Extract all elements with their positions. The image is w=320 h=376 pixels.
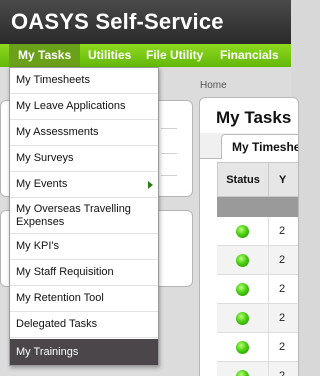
status-green-icon [236,225,249,238]
app-title: OASYS Self-Service [11,9,224,34]
year-cell: 2 [279,254,286,266]
status-cell [217,362,269,376]
group-row [217,197,298,217]
tab-strip: My Timesheets [200,133,298,159]
table-row[interactable]: 2 [217,246,298,275]
menu-item-my-trainings[interactable]: My Trainings [10,339,158,365]
status-green-icon [236,312,249,325]
menu-item-label: My Timesheets [16,74,90,86]
year-cell: 2 [279,312,286,324]
menu-item-my-timesheets[interactable]: My Timesheets [10,68,158,94]
tasks-title: My Tasks [216,108,292,127]
status-cell [217,333,269,362]
year-cell: 2 [279,370,286,376]
menu-item-my-overseas-travelling-expenses[interactable]: My Overseas Travelling Expenses [10,198,158,234]
menu-item-label: My Surveys [16,152,74,164]
divider [161,175,177,176]
menu-item-label: My KPI's [16,240,60,252]
menu-item-label: My Assessments [16,126,99,138]
tasks-panel: My Tasks My Timesheets Status Y 2 2 2 2 [199,97,299,376]
menu-item-my-events[interactable]: My Events [10,172,158,198]
status-green-icon [236,370,249,376]
menu-item-label: My Retention Tool [16,292,104,304]
main-nav: My Tasks Utilities File Utility Financia… [0,44,291,67]
my-tasks-dropdown: My Timesheets My Leave Applications My A… [9,67,159,366]
status-cell [217,304,269,333]
nav-financials[interactable]: Financials [211,44,288,67]
menu-item-label: My Staff Requisition [16,266,114,278]
status-green-icon [236,341,249,354]
nav-my-tasks[interactable]: My Tasks [9,44,81,67]
divider [161,153,177,154]
nav-utilities[interactable]: Utilities [79,44,140,67]
menu-item-my-kpis[interactable]: My KPI's [10,234,158,260]
table-row[interactable]: 2 [217,275,298,304]
breadcrumb[interactable]: Home [200,80,227,91]
column-header-year[interactable]: Y [268,162,298,197]
menu-item-my-surveys[interactable]: My Surveys [10,146,158,172]
table-row[interactable]: 2 [217,304,298,333]
status-cell [217,246,269,275]
status-green-icon [236,283,249,296]
status-cell [217,217,269,246]
nav-file-utility[interactable]: File Utility [137,44,212,67]
menu-item-my-leave-applications[interactable]: My Leave Applications [10,94,158,120]
year-cell: 2 [279,341,286,353]
divider [161,128,177,129]
status-green-icon [236,254,249,267]
submenu-arrow-icon [148,180,153,189]
table-row[interactable]: 2 [217,362,298,376]
menu-item-label: My Events [16,178,68,190]
tab-my-timesheets[interactable]: My Timesheets [221,134,298,159]
menu-item-my-assessments[interactable]: My Assessments [10,120,158,146]
menu-item-my-staff-requisition[interactable]: My Staff Requisition [10,260,158,286]
app-header: OASYS Self-Service [0,0,291,44]
menu-item-label: My Leave Applications [16,100,126,112]
menu-item-delegated-tasks[interactable]: Delegated Tasks [10,312,158,338]
status-cell [217,275,269,304]
year-cell: 2 [279,283,286,295]
menu-item-my-retention-tool[interactable]: My Retention Tool [10,286,158,312]
table-row[interactable]: 2 [217,217,298,246]
column-header-status[interactable]: Status [217,162,269,197]
year-cell: 2 [279,225,286,237]
menu-item-label: Delegated Tasks [16,318,98,330]
menu-item-label: My Overseas Travelling Expenses [16,202,131,228]
table-row[interactable]: 2 [217,333,298,362]
menu-item-label: My Trainings [16,345,79,358]
